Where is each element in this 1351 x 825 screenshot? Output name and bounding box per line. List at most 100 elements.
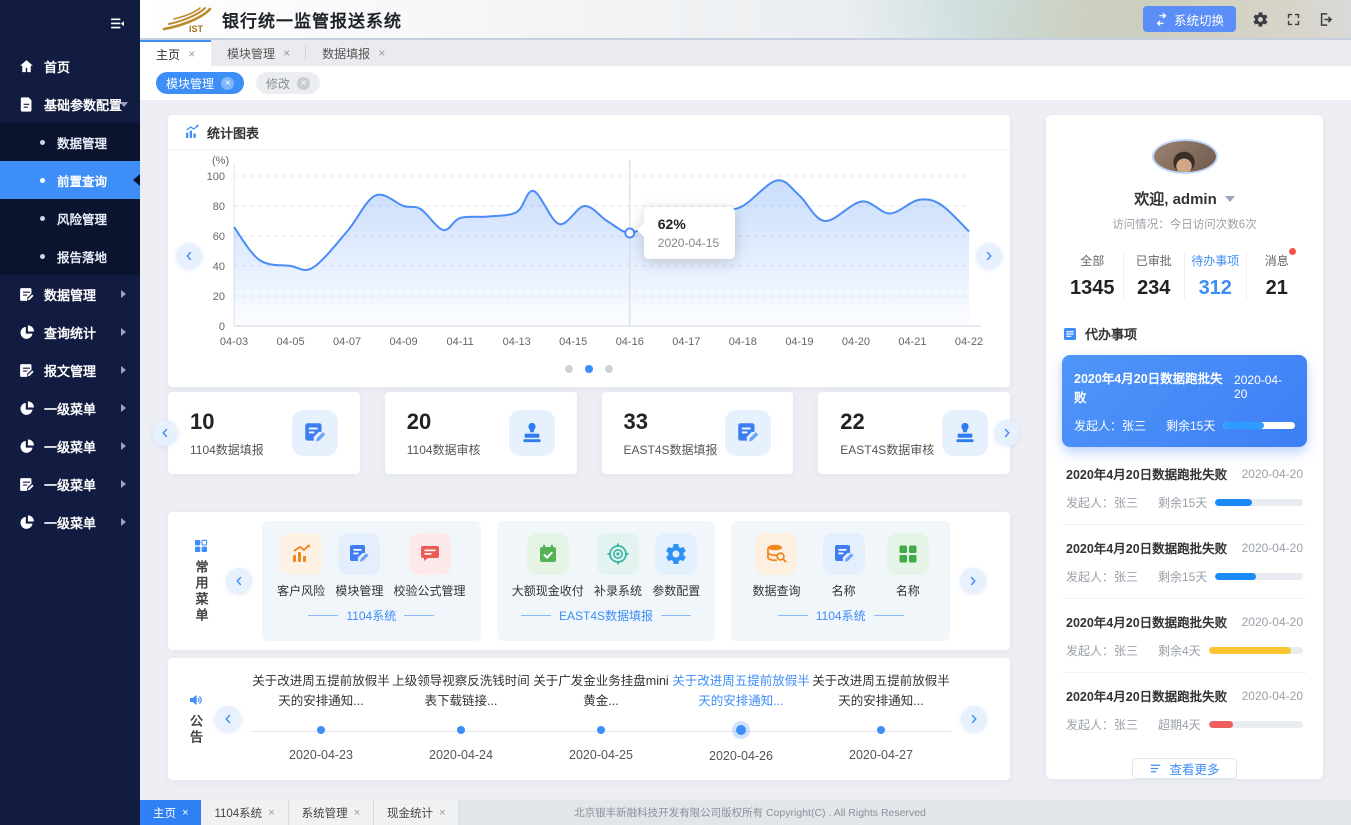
footer-tab-cash-stats[interactable]: 现金统计 [374,800,459,825]
tooltip-date: 2020-04-15 [658,236,719,250]
collapse-menu-icon[interactable] [109,15,126,32]
close-icon[interactable] [268,807,274,819]
announcement-item[interactable]: 关于改进周五提前放假半天的安排通知...2020-04-23 [251,669,391,769]
announcement-text: 上级领导视察反洗钱时间表下载链接... [391,671,531,713]
todo-item[interactable]: 2020年4月20日数据跑批失败2020-04-20 发起人：张三剩余15天 [1062,451,1307,525]
announcement-item[interactable]: 关于改进周五提前放假半天的安排通知...2020-04-27 [811,669,951,769]
footer-tab-system-mgmt[interactable]: 系统管理 [289,800,374,825]
sidebar-subitem-report-landing[interactable]: 报告落地 [0,237,140,275]
sidebar-item-label: 查询统计 [44,323,96,342]
timeline-dot-icon [597,726,605,734]
close-icon[interactable] [221,77,234,90]
close-icon[interactable] [283,46,290,60]
logout-icon[interactable] [1318,11,1335,28]
sidebar-item-data-mgmt[interactable]: 数据管理 [0,275,140,313]
todo-initiator: 发起人：张三 [1074,417,1166,434]
stat-pending[interactable]: 待办事项312 [1185,252,1247,300]
kpi-card-east4s-entry[interactable]: 33EAST4S数据填报 [602,392,794,474]
todo-item[interactable]: 2020年4月20日数据跑批失败2020-04-20 发起人：张三剩余15天 [1062,525,1307,599]
menu-item-customer-risk[interactable]: 客户风险 [277,533,325,599]
sidebar-subitem-risk-mgmt[interactable]: 风险管理 [0,199,140,237]
footer-tab-1104[interactable]: 1104系统 [201,800,288,825]
sidebar-item-level1-menu-2[interactable]: 一级菜单 [0,427,140,465]
chart-next-button[interactable] [976,243,1002,269]
todo-initiator: 发起人：张三 [1066,568,1158,585]
todo-item-active[interactable]: 2020年4月20日数据跑批失败2020-04-20 发起人：张三剩余15天 [1062,355,1307,447]
sidebar-subitem-data-mgmt[interactable]: 数据管理 [0,123,140,161]
menu-item-large-cash[interactable]: 大额现金收付 [512,533,584,599]
todo-item[interactable]: 2020年4月20日数据跑批失败2020-04-20 发起人：张三超期4天 [1062,673,1307,746]
todo-item[interactable]: 2020年4月20日数据跑批失败2020-04-20 发起人：张三剩余4天 [1062,599,1307,673]
todo-initiator: 发起人：张三 [1066,494,1158,511]
sidebar-item-message-mgmt[interactable]: 报文管理 [0,351,140,389]
chart-pagination [168,365,1010,373]
view-more-button[interactable]: 查看更多 [1132,758,1236,779]
close-icon[interactable] [188,47,195,61]
close-icon[interactable] [439,807,445,819]
menu-item-data-query[interactable]: 数据查询 [752,533,800,599]
announcements-next-button[interactable] [961,706,987,732]
kpi-prev-button[interactable] [152,420,178,446]
sidebar-item-query-stats[interactable]: 查询统计 [0,313,140,351]
profile-stats: 全部1345 已审批 234 待办事项312 消息21 [1062,252,1307,300]
menu-lines-icon [1149,762,1162,775]
tab-module-mgmt[interactable]: 模块管理 [211,40,306,66]
menu-item-name-2[interactable]: 名称 [887,533,929,599]
kpi-card-1104-review[interactable]: 201104数据审核 [385,392,577,474]
settings-gear-icon[interactable] [1252,11,1269,28]
footer-tab-label: 主页 [153,805,176,821]
announcement-item-active[interactable]: 关于改进周五提前放假半天的安排通知...2020-04-26 [671,669,811,769]
close-icon[interactable] [182,807,188,819]
sidebar-item-home[interactable]: 首页 [0,47,140,85]
sidebar-subitem-front-query[interactable]: 前置查询 [0,161,140,199]
system-switch-button[interactable]: 系统切换 [1143,6,1236,32]
stat-all[interactable]: 全部1345 [1062,252,1124,300]
footer-tab-label: 系统管理 [302,805,348,821]
stat-messages[interactable]: 消息21 [1247,252,1308,300]
sidebar-item-level1-menu-3[interactable]: 一级菜单 [0,465,140,503]
menu-item-formula-mgmt[interactable]: 校验公式管理 [394,533,466,599]
chevron-down-icon[interactable] [1225,196,1235,202]
kpi-card-east4s-review[interactable]: 22EAST4S数据审核 [818,392,1010,474]
pagination-dot[interactable] [565,365,573,373]
pagination-dot[interactable] [605,365,613,373]
announcement-item[interactable]: 关于广发金业务挂盘mini黄金...2020-04-25 [531,669,671,769]
kpi-next-button[interactable] [994,420,1020,446]
calendar-check-icon [536,542,560,566]
chip-module-mgmt[interactable]: 模块管理 [156,72,244,94]
kpi-card-1104-entry[interactable]: 101104数据填报 [168,392,360,474]
sidebar-item-level1-menu-1[interactable]: 一级菜单 [0,389,140,427]
sidebar-item-base-config[interactable]: 基础参数配置 [0,85,140,123]
tab-data-entry[interactable]: 数据填报 [306,40,401,66]
footer-tab-home[interactable]: 主页 [140,800,201,825]
x-tick-label: 04-18 [729,336,757,348]
announcement-item[interactable]: 上级领导视察反洗钱时间表下载链接...2020-04-24 [391,669,531,769]
chip-modify[interactable]: 修改 [256,72,320,94]
stat-label: 已审批 [1136,252,1172,269]
menu-item-param-config[interactable]: 参数配置 [652,533,700,599]
close-icon[interactable] [378,46,385,60]
close-icon[interactable] [354,807,360,819]
close-icon[interactable] [297,77,310,90]
common-menu-next-button[interactable] [960,568,986,594]
fullscreen-icon[interactable] [1285,11,1302,28]
chart-prev-button[interactable] [176,243,202,269]
common-menu-prev-button[interactable] [226,568,252,594]
tab-home[interactable]: 主页 [140,40,211,66]
footer-tab-label: 现金统计 [387,805,433,821]
message-icon [418,542,442,566]
sidebar-subitem-label: 报告落地 [57,247,107,266]
avatar[interactable] [1152,139,1218,174]
stat-approved[interactable]: 已审批 234 [1124,252,1186,300]
sidebar-item-level1-menu-4[interactable]: 一级菜单 [0,503,140,541]
announcements-prev-button[interactable] [215,706,241,732]
pagination-dot[interactable] [585,365,593,373]
menu-item-supplement-system[interactable]: 补录系统 [594,533,642,599]
menu-item-module-mgmt[interactable]: 模块管理 [335,533,383,599]
chevron-right-icon [121,328,126,336]
sidebar-item-label: 首页 [44,57,70,76]
stat-value: 234 [1124,277,1185,300]
sidebar-nav: 首页 基础参数配置 数据管理 前置查询 风险管理 报告落地 数据管理 查询统计 [0,47,140,541]
menu-item-name-1[interactable]: 名称 [823,533,865,599]
footer-tab-label: 1104系统 [214,805,262,821]
